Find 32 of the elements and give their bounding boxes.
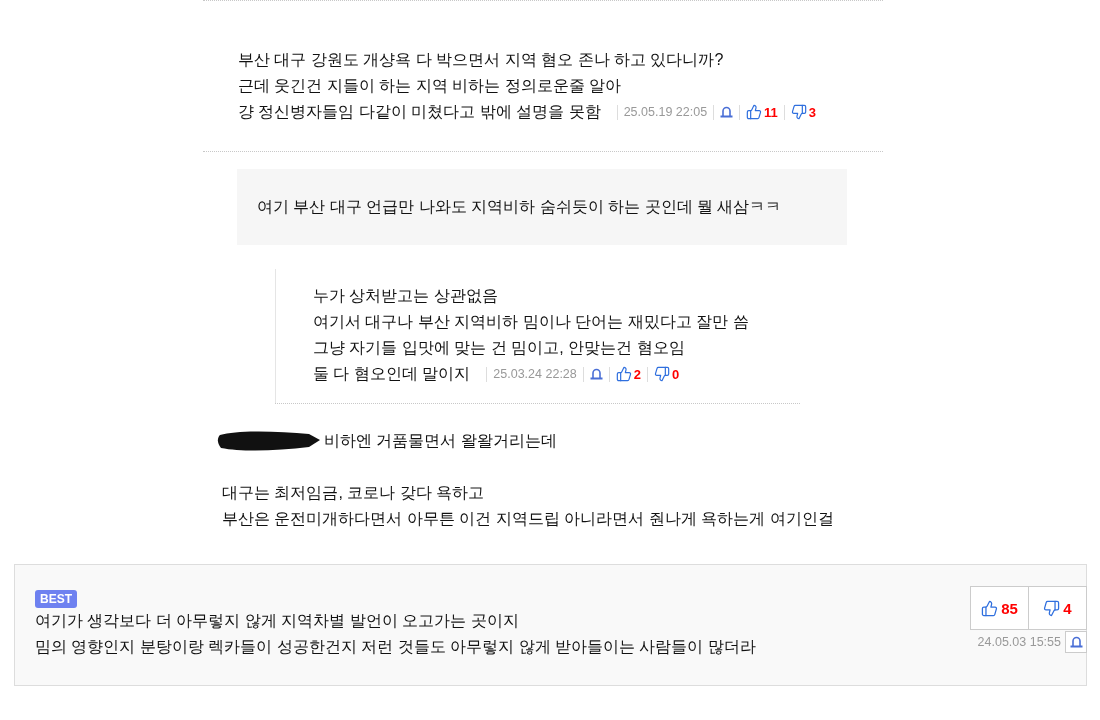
alarm-icon[interactable] (589, 368, 603, 380)
alarm-icon[interactable] (1069, 636, 1083, 648)
comment-text: 여기서 대구나 부산 지역비하 밈이나 단어는 재밌다고 잘만 씀 (313, 312, 750, 332)
thumbs-down-icon[interactable] (1043, 599, 1061, 617)
post-text: 비하엔 거품물면서 왈왈거리는데 (324, 431, 557, 451)
comment-text: 여기가 생각보다 더 아무렇지 않게 지역차별 발언이 오고가는 곳이지 (35, 611, 520, 631)
dislike-button[interactable]: 4 (1028, 587, 1086, 629)
comment-date: 24.05.03 15:55 (977, 635, 1061, 649)
comment-text: 누가 상처받고는 상관없음 (313, 286, 499, 306)
comment-text: 부산 대구 강원도 개샹욕 다 박으면서 지역 혐오 존나 하고 있다니까? (238, 50, 725, 70)
like-button[interactable]: 85 (971, 587, 1028, 629)
thumbs-up-icon[interactable] (746, 104, 763, 120)
alarm-icon[interactable] (720, 106, 734, 118)
thumbs-down-icon[interactable] (790, 104, 807, 120)
comment-text: 근데 웃긴건 지들이 하는 지역 비하는 정의로운줄 알아 (238, 76, 623, 96)
comment-text: 그냥 자기들 입맛에 맞는 건 밈이고, 안맞는건 혐오임 (313, 338, 686, 358)
best-badge: BEST (35, 590, 77, 608)
dislike-count: 0 (672, 366, 680, 382)
like-count: 11 (764, 104, 778, 120)
thumbs-up-icon[interactable] (615, 366, 632, 382)
comment-text: 둘 다 혐오인데 말이지 (313, 364, 471, 384)
post-text: 대구는 최저임금, 코로나 갖다 욕하고 (222, 483, 486, 503)
comment-date: 25.05.19 22:05 (623, 105, 708, 119)
dislike-count: 3 (808, 104, 817, 120)
comment-date: 25.03.24 22:28 (493, 367, 577, 381)
thumbs-down-icon[interactable] (654, 366, 670, 382)
like-count: 2 (633, 366, 641, 382)
quoted-comment: 여기 부산 대구 언급만 나와도 지역비하 숨쉬듯이 하는 곳인데 뭘 새삼ㅋㅋ (237, 169, 847, 245)
comment-text: 걍 정신병자들임 다같이 미쳤다고 밖에 설명을 못함 (238, 102, 601, 122)
post-text: 부산은 운전미개하다면서 아무튼 이건 지역드립 아니라면서 줜나게 욕하는게 여기인걸 (222, 509, 835, 529)
thumbs-up-icon[interactable] (981, 599, 999, 617)
comment-text: 밈의 영향인지 분탕이랑 렉카들이 성공한건지 저런 것들도 아무렇지 않게 받아들이는 사람들이 많더라 (35, 637, 756, 657)
